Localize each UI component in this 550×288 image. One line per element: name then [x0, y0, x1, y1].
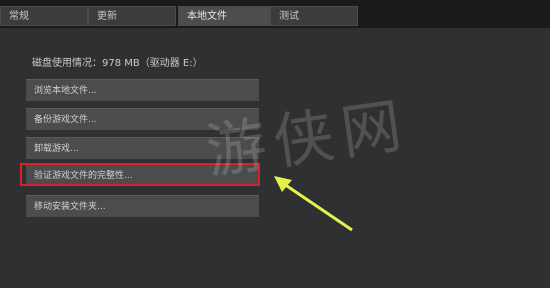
disk-usage-text: 磁盘使用情况：978 MB（驱动器 E:）: [32, 58, 203, 69]
pointer-arrow-icon: [274, 176, 353, 232]
move-install-folder-button[interactable]: 移动安装文件夹...: [26, 195, 259, 217]
tab-local-files[interactable]: 本地文件: [178, 6, 270, 26]
tab-bar: 常规 更新 本地文件 测试: [0, 0, 550, 30]
tab-general[interactable]: 常规: [0, 6, 88, 26]
tab-updates[interactable]: 更新: [88, 6, 176, 26]
tab-betas[interactable]: 测试: [270, 6, 358, 26]
browse-local-files-button[interactable]: 浏览本地文件...: [26, 79, 259, 101]
